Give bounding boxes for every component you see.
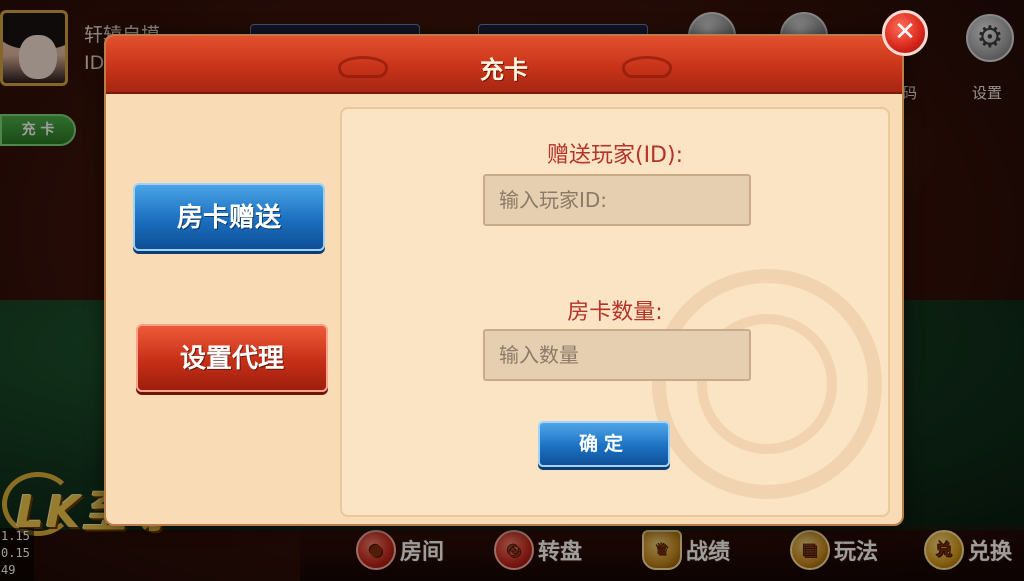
dialog-title: 充卡	[480, 56, 528, 84]
close-icon[interactable]: ✕	[882, 10, 928, 56]
player-id-input[interactable]	[483, 174, 751, 226]
gift-card-button[interactable]: 房卡赠送	[133, 183, 325, 251]
gift-player-label: 赠送玩家(ID):	[546, 143, 683, 168]
card-qty-label: 房卡数量:	[567, 300, 663, 325]
set-agent-button[interactable]: 设置代理	[136, 324, 328, 392]
confirm-button[interactable]: 确定	[538, 421, 670, 467]
dialog-header: 充卡	[106, 36, 902, 94]
card-qty-input[interactable]	[483, 329, 751, 381]
